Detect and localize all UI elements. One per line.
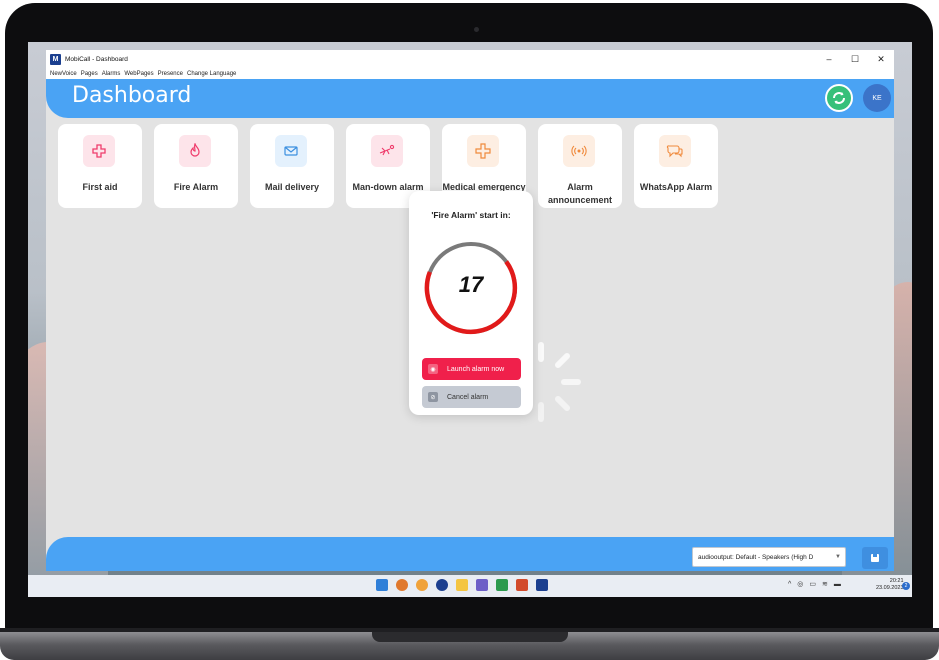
notes-icon[interactable] xyxy=(496,579,508,591)
menu-pages[interactable]: Pages xyxy=(81,71,98,77)
minimize-button[interactable]: – xyxy=(816,50,842,68)
title-bar: M MobiCall - Dashboard – ☐ ✕ xyxy=(46,50,894,68)
tile-alarm-announcement[interactable]: Alarm announcement xyxy=(538,124,622,208)
mobicall-taskbar-icon[interactable] xyxy=(536,579,548,591)
wifi-icon[interactable]: ≋ xyxy=(822,580,828,588)
tile-icon-bg xyxy=(563,135,595,167)
tile-label: Fire Alarm xyxy=(173,182,219,192)
chat-icon xyxy=(666,145,683,158)
user-avatar[interactable]: KE xyxy=(863,84,891,112)
countdown-dialog: 'Fire Alarm' start in: 17 ◉ Launch alarm… xyxy=(409,191,533,415)
broadcast-icon xyxy=(571,145,587,157)
dashboard-footer: audiooutput: Default - Speakers (High D … xyxy=(46,537,894,571)
menu-bar: NewVoice Pages Alarms WebPages Presence … xyxy=(46,68,894,79)
tile-label: Alarm announcement xyxy=(547,182,612,205)
screen: M MobiCall - Dashboard – ☐ ✕ NewVoice Pa… xyxy=(28,42,912,597)
cancel-icon: ⊘ xyxy=(428,392,438,402)
tile-mail-delivery[interactable]: Mail delivery xyxy=(250,124,334,208)
launch-alarm-button[interactable]: ◉ Launch alarm now xyxy=(422,358,521,380)
notification-badge[interactable]: 2 xyxy=(902,582,910,590)
audio-output-value: audiooutput: Default - Speakers (High D xyxy=(698,553,814,561)
taskbar-apps xyxy=(376,579,556,593)
teams-icon[interactable] xyxy=(476,579,488,591)
tile-icon-bg xyxy=(371,135,403,167)
refresh-button[interactable] xyxy=(825,84,853,112)
alarm-icon: ◉ xyxy=(428,364,438,374)
chevron-up-icon[interactable]: ^ xyxy=(788,581,791,588)
maximize-button[interactable]: ☐ xyxy=(842,50,868,68)
flame-icon xyxy=(190,143,200,157)
laptop-notch xyxy=(372,632,568,642)
power-icon[interactable] xyxy=(436,579,448,591)
cancel-label: Cancel alarm xyxy=(447,393,489,401)
menu-webpages[interactable]: WebPages xyxy=(124,71,153,77)
menu-newvoice[interactable]: NewVoice xyxy=(50,71,77,77)
save-button[interactable] xyxy=(862,547,888,569)
menu-alarms[interactable]: Alarms xyxy=(102,71,121,77)
clock-time: 20:21 xyxy=(889,578,904,584)
medical-cross-icon xyxy=(92,144,106,158)
laptop-frame: M MobiCall - Dashboard – ☐ ✕ NewVoice Pa… xyxy=(0,0,939,660)
bandage-icon xyxy=(475,143,491,159)
tile-icon-bg xyxy=(275,135,307,167)
file-explorer-icon[interactable] xyxy=(456,579,468,591)
tile-label: WhatsApp Alarm xyxy=(639,182,713,192)
window-title: MobiCall - Dashboard xyxy=(65,55,128,63)
save-icon xyxy=(871,554,879,562)
page-title: Dashboard xyxy=(72,83,192,108)
dialog-title: 'Fire Alarm' start in: xyxy=(431,210,511,220)
tile-icon-bg xyxy=(83,135,115,167)
chrome-icon[interactable] xyxy=(396,579,408,591)
dashboard-header: Dashboard KE xyxy=(46,79,894,118)
tile-label: Mail delivery xyxy=(264,182,320,192)
battery-icon[interactable]: ▬ xyxy=(834,581,841,588)
app-window: M MobiCall - Dashboard – ☐ ✕ NewVoice Pa… xyxy=(46,50,894,571)
powerpoint-icon[interactable] xyxy=(516,579,528,591)
webcam xyxy=(474,27,479,32)
window-controls: – ☐ ✕ xyxy=(816,50,894,68)
audio-output-select[interactable]: audiooutput: Default - Speakers (High D … xyxy=(692,547,846,567)
chevron-down-icon: ▼ xyxy=(835,554,841,560)
tile-icon-bg xyxy=(467,135,499,167)
tile-first-aid[interactable]: First aid xyxy=(58,124,142,208)
windows-start-icon[interactable] xyxy=(376,579,388,591)
launch-label: Launch alarm now xyxy=(447,365,505,373)
cancel-alarm-button[interactable]: ⊘ Cancel alarm xyxy=(422,386,521,408)
network-icon[interactable]: ◎ xyxy=(797,580,803,588)
mail-icon xyxy=(284,146,298,156)
tile-fire-alarm[interactable]: Fire Alarm xyxy=(154,124,238,208)
close-button[interactable]: ✕ xyxy=(868,50,894,68)
man-down-icon xyxy=(379,144,395,156)
mobicall-logo-icon: M xyxy=(50,53,61,65)
system-tray: ^ ◎ ▭ ≋ ▬ xyxy=(788,580,847,589)
menu-change-language[interactable]: Change Language xyxy=(187,71,236,77)
taskbar-clock[interactable]: 20:21 23.09.2023 xyxy=(876,578,904,592)
menu-presence[interactable]: Presence xyxy=(158,71,183,77)
display-icon[interactable]: ▭ xyxy=(809,580,816,588)
windows-taskbar: ^ ◎ ▭ ≋ ▬ 20:21 23.09.2023 2 xyxy=(28,575,912,597)
refresh-icon xyxy=(833,92,845,104)
podcast-icon[interactable] xyxy=(416,579,428,591)
tile-label: First aid xyxy=(82,182,118,192)
countdown-value: 17 xyxy=(458,272,484,297)
tile-icon-bg xyxy=(179,135,211,167)
tile-whatsapp-alarm[interactable]: WhatsApp Alarm xyxy=(634,124,718,208)
tile-icon-bg xyxy=(659,135,691,167)
clock-date: 23.09.2023 xyxy=(876,585,904,591)
